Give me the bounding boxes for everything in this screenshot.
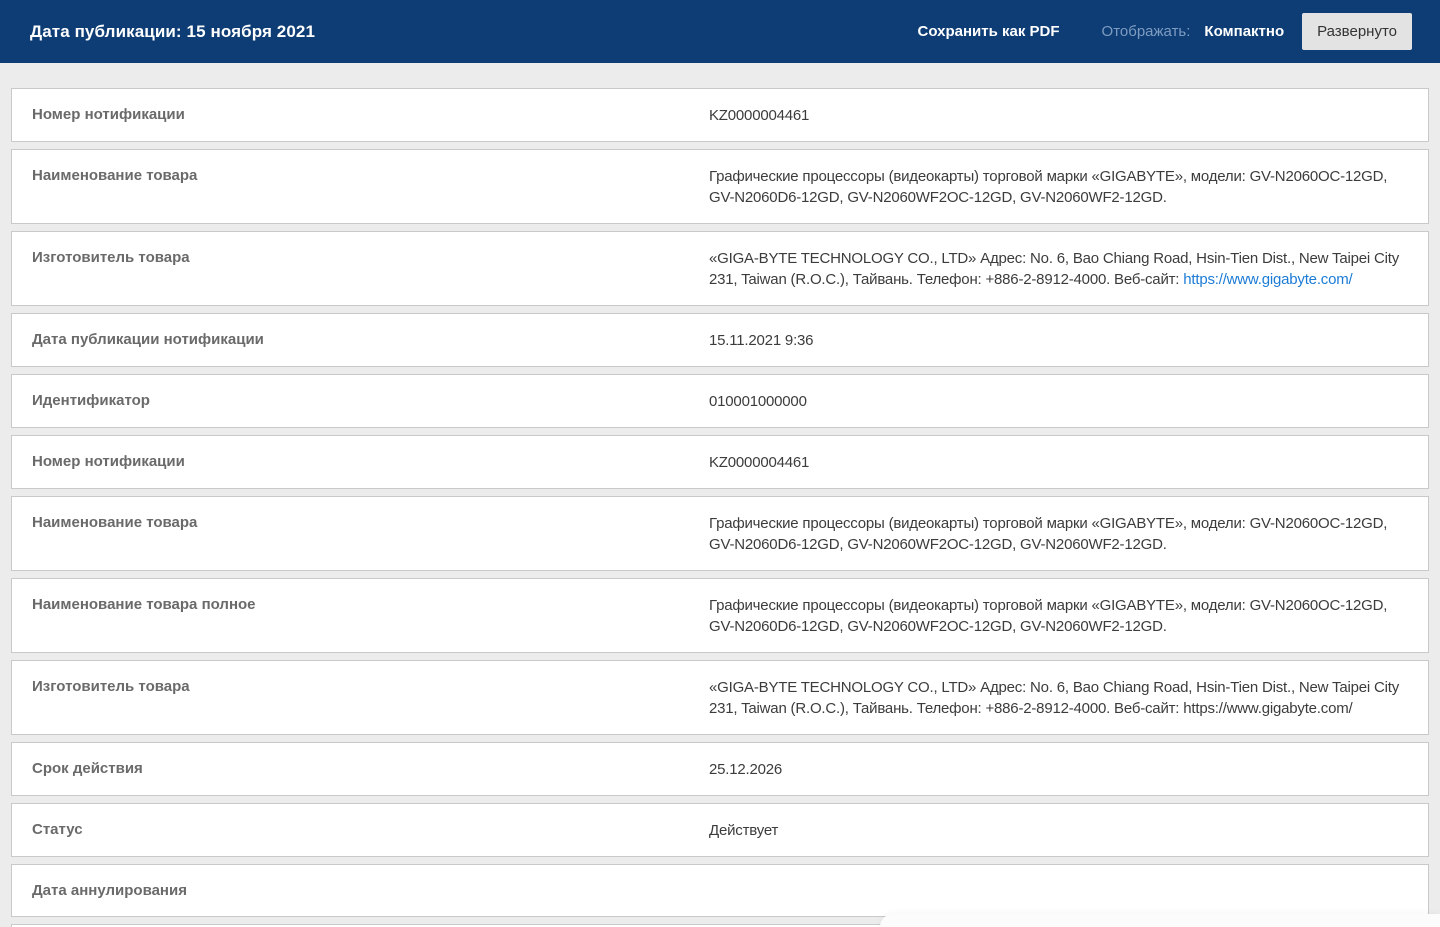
table-row: Изготовитель товара«GIGA-BYTE TECHNOLOGY… — [11, 231, 1429, 306]
row-label: Изготовитель товара — [12, 661, 709, 734]
row-value: Действует — [709, 804, 1428, 856]
display-expanded-button[interactable]: Развернуто — [1302, 13, 1412, 50]
table-row: Номер нотификацииKZ0000004461 — [11, 435, 1429, 489]
row-label: Статус — [12, 804, 709, 856]
header-bar: Дата публикации: 15 ноября 2021 Сохранит… — [0, 0, 1440, 63]
row-label: Номер нотификации — [12, 89, 709, 141]
row-value: KZ0000004461 — [709, 89, 1428, 141]
table-row: Наименование товараГрафические процессор… — [11, 149, 1429, 224]
display-compact-button[interactable]: Компактно — [1204, 23, 1284, 40]
row-label: Изготовитель товара — [12, 232, 709, 305]
table-row: Наименование товара полноеГрафические пр… — [11, 578, 1429, 653]
row-value: 25.12.2026 — [709, 743, 1428, 795]
row-label: Идентификатор — [12, 375, 709, 427]
row-value: KZ0000004461 — [709, 436, 1428, 488]
row-value: Графические процессоры (видеокарты) торг… — [709, 150, 1428, 223]
bottom-right-popup-edge — [880, 914, 1440, 927]
table-row: Наименование товараГрафические процессор… — [11, 496, 1429, 571]
website-link[interactable]: https://www.gigabyte.com/ — [1183, 271, 1352, 288]
row-label: Дата аннулирования — [12, 865, 709, 916]
row-value: Графические процессоры (видеокарты) торг… — [709, 497, 1428, 570]
page-title: Дата публикации: 15 ноября 2021 — [30, 22, 315, 42]
row-label: Наименование товара — [12, 497, 709, 570]
notification-details: Номер нотификацииKZ0000004461Наименовани… — [11, 88, 1429, 927]
row-value: Графические процессоры (видеокарты) торг… — [709, 579, 1428, 652]
row-label: Дата публикации нотификации — [12, 314, 709, 366]
table-row: Изготовитель товара«GIGA-BYTE TECHNOLOGY… — [11, 660, 1429, 735]
row-value: 15.11.2021 9:36 — [709, 314, 1428, 366]
row-label: Номер нотификации — [12, 436, 709, 488]
header-controls: Сохранить как PDF Отображать: Компактно … — [918, 13, 1412, 50]
display-mode-label: Отображать: — [1102, 23, 1191, 40]
row-value: «GIGA-BYTE TECHNOLOGY CO., LTD» Адрес: N… — [709, 661, 1428, 734]
row-label: Срок действия — [12, 743, 709, 795]
table-row: Дата публикации нотификации15.11.2021 9:… — [11, 313, 1429, 367]
table-row: СтатусДействует — [11, 803, 1429, 857]
table-row: Срок действия25.12.2026 — [11, 742, 1429, 796]
table-row: Номер нотификацииKZ0000004461 — [11, 88, 1429, 142]
row-label: Наименование товара полное — [12, 579, 709, 652]
row-value — [709, 865, 1428, 916]
save-pdf-button[interactable]: Сохранить как PDF — [918, 23, 1060, 40]
table-row: Дата аннулирования — [11, 864, 1429, 917]
table-row: Идентификатор010001000000 — [11, 374, 1429, 428]
row-label: Наименование товара — [12, 150, 709, 223]
row-value: «GIGA-BYTE TECHNOLOGY CO., LTD» Адрес: N… — [709, 232, 1428, 305]
row-value: 010001000000 — [709, 375, 1428, 427]
